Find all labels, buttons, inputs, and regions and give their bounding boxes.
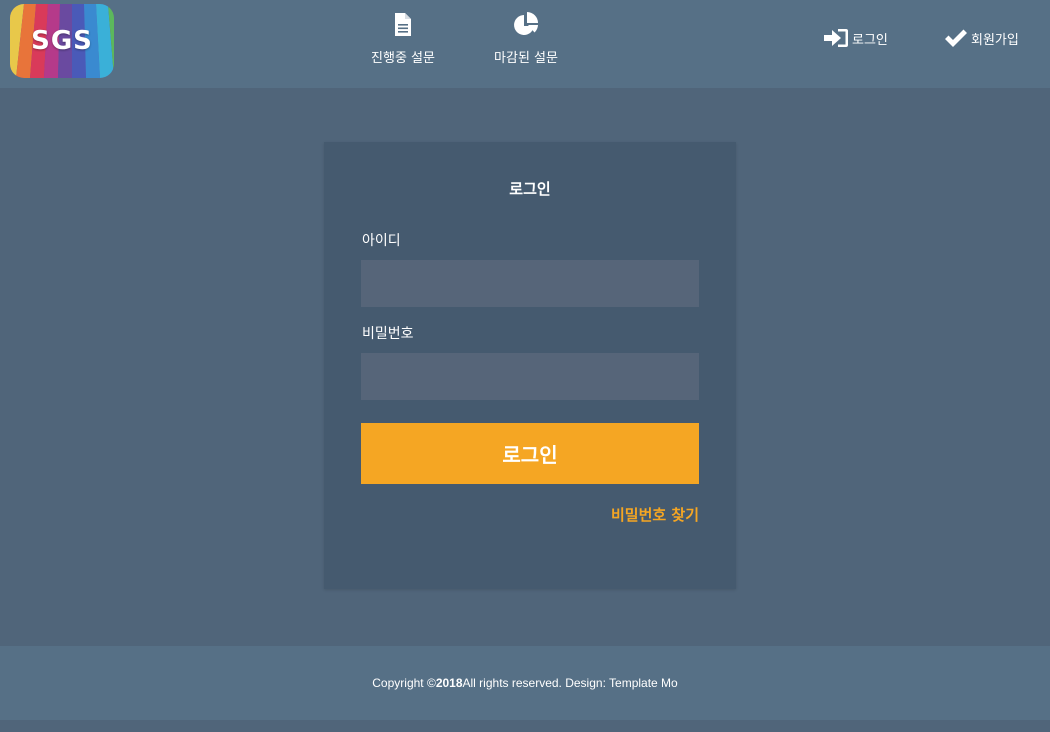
nav-ongoing-surveys[interactable]: 진행중 설문 [366, 12, 440, 66]
checkmark-icon [944, 28, 968, 48]
logo[interactable]: SGS [10, 4, 114, 78]
id-input[interactable] [361, 260, 699, 307]
sign-in-icon [824, 28, 849, 48]
header-signup-link[interactable]: 회원가입 [944, 26, 1019, 50]
id-label: 아이디 [362, 233, 401, 249]
logo-text: SGS [31, 26, 93, 56]
header-login-label: 로그인 [852, 32, 888, 48]
footer-suffix: All rights reserved. Design: Template Mo [462, 676, 678, 690]
nav-ongoing-label: 진행중 설문 [371, 51, 435, 66]
document-icon [394, 12, 412, 38]
find-password-link[interactable]: 비밀번호 찾기 [611, 504, 699, 525]
login-card: 로그인 아이디 비밀번호 로그인 비밀번호 찾기 [324, 142, 736, 589]
password-label: 비밀번호 [362, 326, 414, 342]
header-signup-label: 회원가입 [971, 32, 1019, 48]
pie-chart-icon [513, 12, 539, 38]
footer: Copyright © 2018 All rights reserved. De… [0, 646, 1050, 720]
bottom-strip [0, 720, 1050, 732]
nav-closed-label: 마감된 설문 [494, 51, 558, 66]
login-card-title: 로그인 [509, 180, 551, 198]
header: SGS 진행중 설문 마감된 설문 로그인 회원가입 [0, 0, 1050, 88]
nav-closed-surveys[interactable]: 마감된 설문 [488, 12, 564, 66]
login-submit-button[interactable]: 로그인 [361, 423, 699, 484]
password-input[interactable] [361, 353, 699, 400]
footer-prefix: Copyright © [372, 676, 436, 690]
header-login-link[interactable]: 로그인 [824, 26, 888, 50]
footer-year: 2018 [435, 676, 463, 690]
